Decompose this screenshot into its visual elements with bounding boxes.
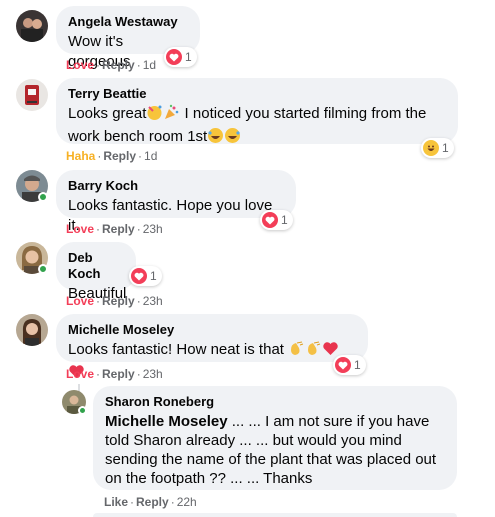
comment-time[interactable]: 22h [177,495,197,509]
comment-text-part: on the footpath ?? ... ... Thanks [105,470,313,487]
comment-actions: Haha · Reply · 1d [66,149,158,163]
rolling-laughing-icon [224,127,241,150]
comment-text-part: told Sharon already ... ... but would yo… [105,432,402,449]
reaction-summary[interactable]: 1 [129,266,162,286]
reaction-count: 1 [281,213,288,227]
comment-actions: Love · Reply · 23h [66,367,163,381]
comment-time[interactable]: 1d [143,58,156,72]
comment-actions: Love · Reply · 1d [66,58,157,72]
comment-bubble: Deb Koch Beautiful [56,242,136,302]
reply-link[interactable]: Reply [102,222,135,236]
reaction-count: 1 [354,358,361,372]
online-status-indicator [38,264,48,274]
comment-author[interactable]: Deb Koch [68,250,124,282]
clapping-hands-icon [288,340,305,363]
next-item-edge [93,513,457,517]
comment-text: Looks great I noticed you started filmin… [68,104,446,150]
avatar-photo [16,314,48,346]
comment-time[interactable]: 1d [144,149,157,163]
rolling-laughing-icon [207,127,224,150]
comment-bubble: Michelle Moseley Looks fantastic! How ne… [56,314,368,378]
reaction-count: 1 [442,141,449,155]
reply-link[interactable]: Reply [103,149,136,163]
reaction-summary[interactable]: 1 [260,210,293,230]
reaction-count: 1 [185,50,192,64]
heart-icon [131,268,147,284]
party-face-icon [146,104,163,127]
mention-link[interactable]: Michelle Moseley [105,413,228,430]
comment-author[interactable]: Terry Beattie [68,86,446,102]
comment-author[interactable]: Sharon Roneberg [105,394,445,410]
reply-link[interactable]: Reply [102,367,135,381]
comment-time[interactable]: 23h [143,294,163,308]
reply-link[interactable]: Reply [136,495,169,509]
reaction-summary[interactable]: 1 [333,355,366,375]
reaction-summary[interactable]: 1 [164,47,197,67]
love-reaction-link[interactable]: Love [66,367,94,381]
avatar-photo [16,10,48,42]
comment-bubble: Sharon Roneberg Michelle Moseley ... ...… [93,386,457,490]
heart-icon [262,212,278,228]
party-popper-icon [163,104,180,127]
comment-text-part: sending the name of the plant that was p… [105,451,437,468]
reaction-count: 1 [150,269,157,283]
comment-text-part: work bench room 1st [68,128,208,145]
like-reaction-link[interactable]: Like [104,495,128,509]
haha-reaction-link[interactable]: Haha [66,149,95,163]
haha-icon [423,140,439,156]
avatar[interactable] [16,10,48,42]
reply-link[interactable]: Reply [102,58,135,72]
love-reaction-link[interactable]: Love [66,222,94,236]
love-reaction-link[interactable]: Love [66,294,94,308]
heart-icon [166,49,182,65]
heart-icon [335,357,351,373]
avatar[interactable] [16,79,48,111]
comment-bubble: Barry Koch Looks fantastic. Hope you lov… [56,170,296,234]
reply-link[interactable]: Reply [102,294,135,308]
comment-author[interactable]: Angela Westaway [68,14,188,30]
avatar-photo [16,79,48,111]
comment-time[interactable]: 23h [143,367,163,381]
love-reaction-link[interactable]: Love [66,58,94,72]
comment-author[interactable]: Barry Koch [68,178,284,194]
comment-text-part: I noticed you started filming from the [180,105,427,122]
comment-bubble: Terry Beattie Looks great I noticed you … [56,78,458,145]
clapping-hands-icon [305,340,322,363]
comment-actions: Love · Reply · 23h [66,294,163,308]
reaction-summary[interactable]: 1 [421,138,454,158]
comment-text: Michelle Moseley ... ... I am not sure i… [105,412,445,488]
comment-author[interactable]: Michelle Moseley [68,322,356,338]
avatar[interactable] [16,314,48,346]
comment-text-part: ... ... I am not sure if you have [227,413,430,430]
online-status-indicator [38,192,48,202]
comment-text-part: Looks fantastic! How neat is that [68,341,284,358]
comment-time[interactable]: 23h [143,222,163,236]
comment-text-part: Looks great [68,105,147,122]
comment-actions: Like · Reply · 22h [104,495,197,509]
comment-actions: Love · Reply · 23h [66,222,163,236]
online-status-indicator [78,406,87,415]
